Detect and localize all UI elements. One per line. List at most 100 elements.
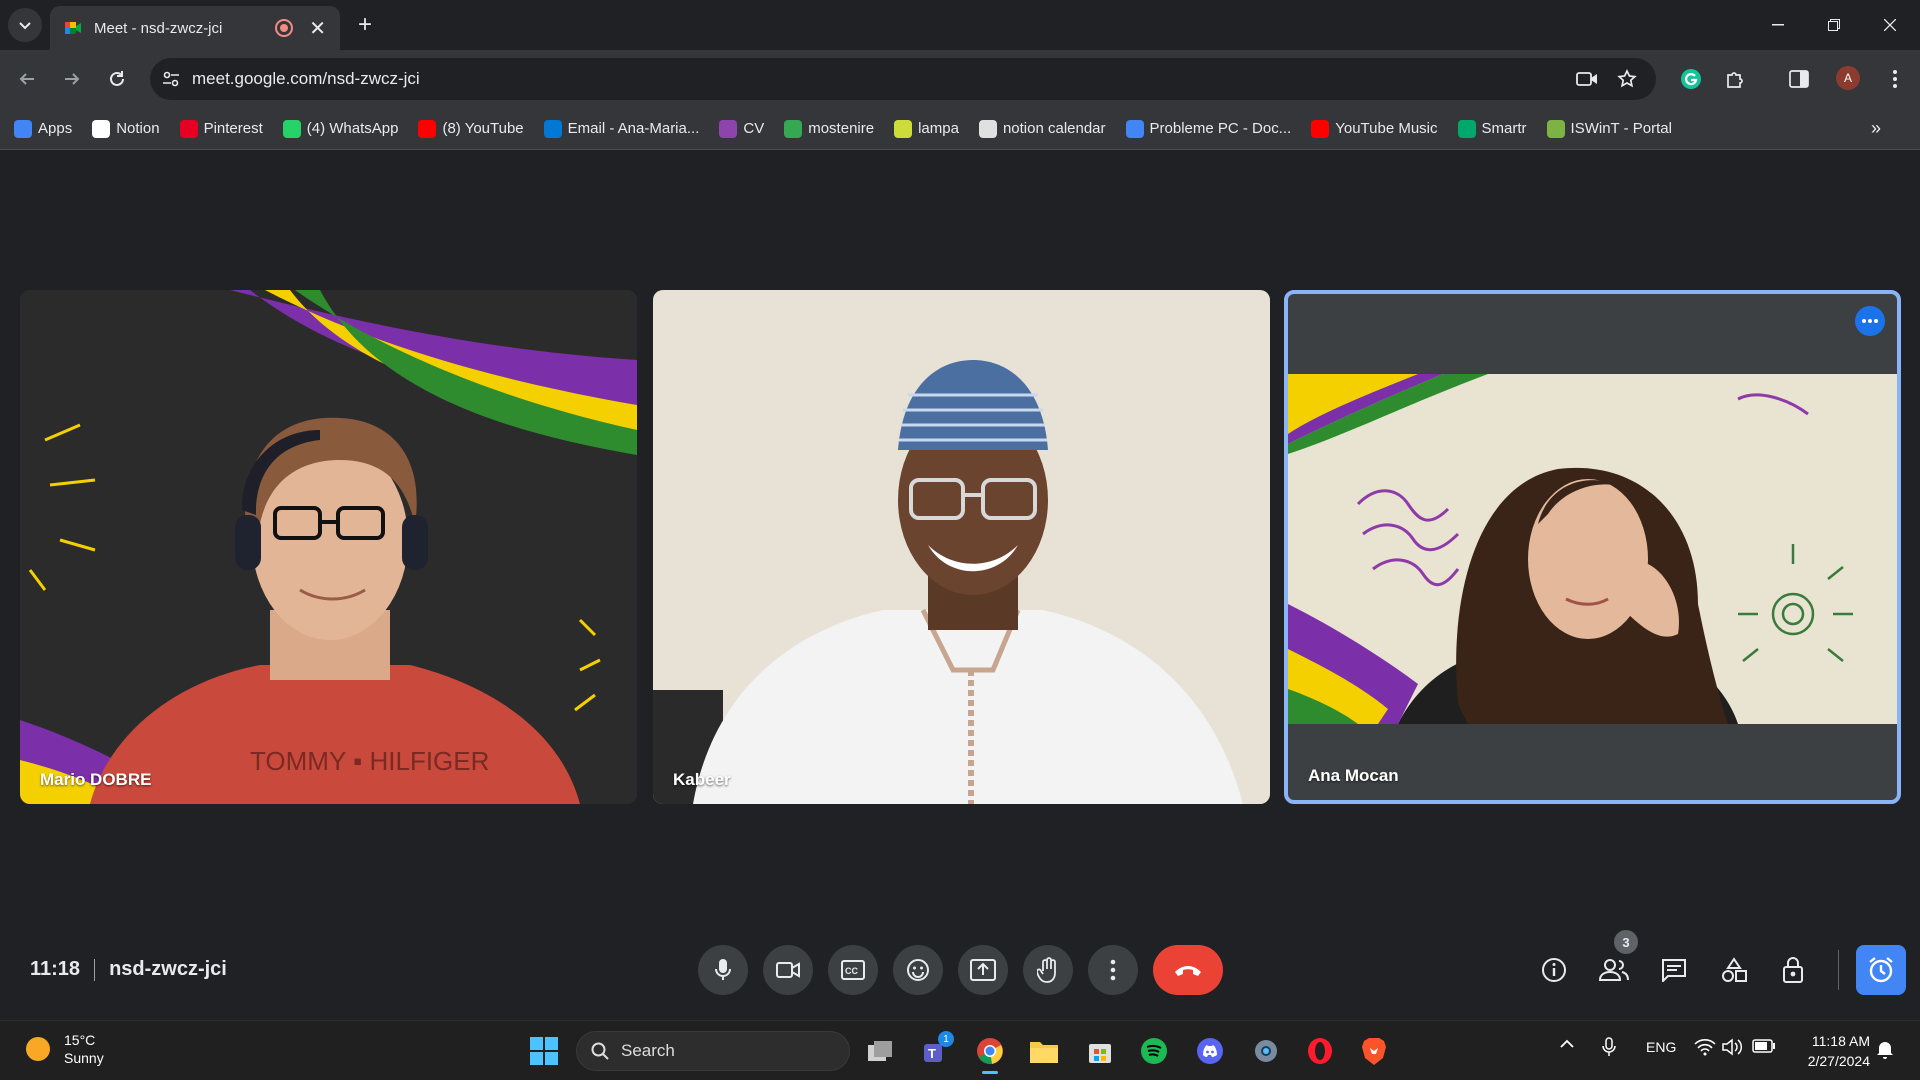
camera-button[interactable] [763,945,813,995]
host-controls-button[interactable] [1778,954,1810,986]
chevron-down-icon [19,22,31,30]
chat-icon [1662,959,1686,982]
bookmark-item[interactable]: lampa [894,119,959,138]
meeting-details-button[interactable] [1538,954,1570,986]
input-language[interactable]: ENG [1646,1039,1676,1055]
bookmark-item[interactable]: (4) WhatsApp [282,119,398,138]
close-tab-icon[interactable]: ✕ [309,16,326,41]
tab-title: Meet - nsd-zwcz-jci [94,19,223,37]
teams-app-button[interactable]: T 1 [918,1031,954,1069]
profile-avatar[interactable]: A [1836,66,1860,90]
participant-tile-active[interactable]: Ana Mocan [1284,290,1901,804]
spotify-app-button[interactable] [1136,1033,1172,1069]
leave-call-button[interactable] [1153,945,1223,995]
bookmarks-bar: Apps Notion Pinterest (4) WhatsApp (8) YouTu… [0,108,1920,150]
bookmark-item[interactable]: CV [719,119,764,138]
bookmark-label: ISWinT - Portal [1570,120,1672,137]
start-button[interactable] [526,1033,562,1069]
search-placeholder: Search [621,1041,675,1060]
chrome-menu-icon[interactable] [1882,66,1908,92]
alarm-timer-button[interactable] [1856,945,1906,995]
bookmark-item[interactable]: Notion [92,119,160,138]
notifications-bell-icon[interactable] [1876,1039,1894,1059]
brave-app-button[interactable] [1356,1033,1392,1069]
pinterest-icon [179,119,198,138]
bookmark-item[interactable]: ISWinT - Portal [1546,119,1672,138]
bookmark-item[interactable]: Pinterest [179,119,263,138]
more-bookmarks-chevron-icon[interactable]: » [1864,116,1888,140]
reactions-button[interactable] [893,945,943,995]
bookmark-item[interactable]: mostenire [784,119,874,138]
opera-app-button[interactable] [1302,1033,1338,1069]
raise-hand-button[interactable] [1023,945,1073,995]
microphone-tray-icon[interactable] [1602,1037,1616,1057]
browser-tab-meet[interactable]: Meet - nsd-zwcz-jci ✕ [50,6,340,50]
new-tab-button[interactable]: + [350,10,380,40]
activities-shapes-button[interactable] [1718,954,1750,986]
bookmark-item[interactable]: Smartr [1457,119,1527,138]
reload-button[interactable] [102,64,132,94]
site-settings-icon[interactable] [150,70,192,88]
bookmark-label: Smartr [1481,120,1527,137]
bookmark-item[interactable]: Apps [14,119,72,138]
bookmark-label: Pinterest [203,120,263,137]
bookmark-star-icon[interactable] [1614,66,1640,92]
call-end-icon [1175,966,1201,976]
battery-charging-icon[interactable] [1752,1039,1776,1053]
camera-in-use-icon[interactable] [1574,66,1600,92]
participant-tile[interactable]: TOMMY ▪ HILFIGER Mario DOBRE [20,290,637,804]
task-view-button[interactable] [862,1033,898,1069]
restore-window-button[interactable] [1814,10,1854,40]
restore-icon [1828,19,1840,31]
emoji-icon [907,959,929,981]
people-button[interactable] [1598,954,1630,986]
bookmark-item[interactable]: YouTube Music [1311,119,1438,138]
arrow-left-icon [19,73,34,85]
settings-app-button[interactable] [1248,1033,1284,1069]
folder-icon [1030,1042,1058,1063]
system-clock[interactable]: 11:18 AM 2/27/2024 [1790,1031,1870,1071]
svg-text:CC: CC [845,966,858,976]
chrome-app-button[interactable] [972,1033,1008,1074]
microphone-button[interactable] [698,945,748,995]
bookmark-item[interactable]: Probleme PC - Doc... [1125,119,1291,138]
bookmark-label: notion calendar [1002,120,1106,137]
weather-widget[interactable]: 15°C Sunny [26,1031,104,1067]
arrow-right-icon [65,73,80,85]
smartr-icon [1457,119,1476,138]
videocam-icon [776,962,800,978]
close-window-button[interactable] [1870,10,1910,40]
captions-button[interactable]: CC [828,945,878,995]
wifi-icon[interactable] [1694,1038,1716,1056]
microsoft-store-button[interactable] [1082,1033,1118,1069]
svg-text:T: T [928,1046,936,1061]
people-icon [1599,959,1629,981]
back-button[interactable] [12,64,42,94]
address-bar[interactable]: meet.google.com/nsd-zwcz-jci [150,58,1656,100]
weather-temperature: 15°C [64,1032,96,1048]
extensions-puzzle-icon[interactable] [1722,66,1748,92]
grammarly-icon[interactable] [1678,66,1704,92]
bookmark-item[interactable]: (8) YouTube [418,119,524,138]
chat-button[interactable] [1658,954,1690,986]
more-options-button[interactable] [1855,306,1885,336]
bookmark-item[interactable]: notion calendar [978,119,1106,138]
clock-time: 11:18 AM [1811,1033,1870,1049]
divider [1838,950,1839,990]
minimize-window-button[interactable] [1758,10,1798,40]
present-screen-button[interactable] [958,945,1008,995]
tab-search-button[interactable] [8,8,42,42]
meet-stage: TOMMY ▪ HILFIGER Mario DOBRE Kabeer Ana … [0,151,1920,1019]
participant-tile[interactable]: Kabeer [653,290,1270,804]
weather-description: Sunny [64,1050,104,1066]
taskbar-search-box[interactable]: Search [576,1031,850,1071]
discord-app-button[interactable] [1192,1033,1228,1069]
meeting-code: nsd-zwcz-jci [109,958,227,980]
forward-button[interactable] [57,64,87,94]
more-options-button[interactable] [1088,945,1138,995]
bookmark-item[interactable]: Email - Ana-Maria... [543,119,699,138]
volume-icon[interactable] [1722,1038,1744,1056]
file-explorer-button[interactable] [1026,1033,1062,1069]
show-hidden-icons-chevron-icon[interactable] [1560,1039,1574,1049]
side-panel-icon[interactable] [1786,66,1812,92]
